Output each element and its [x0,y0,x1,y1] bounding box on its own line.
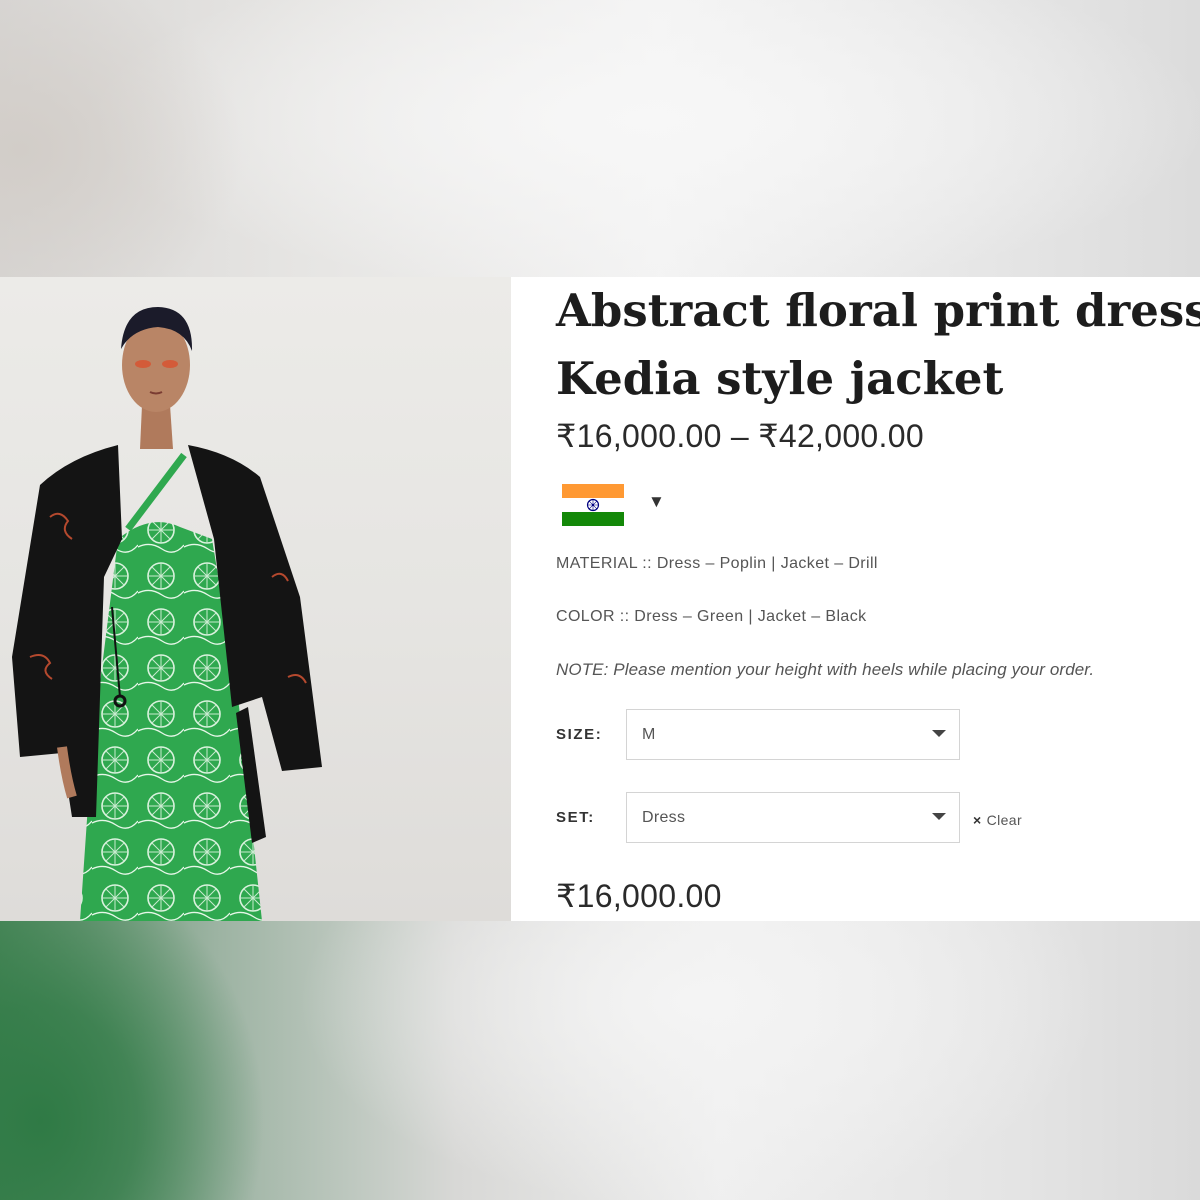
product-card: Abstract floral print dress & Kedia styl… [0,277,1200,921]
set-label: SET: [556,809,595,826]
size-label: SIZE: [556,726,603,743]
size-select-value: M [642,726,656,743]
model-illustration [12,307,322,921]
product-title-line1: Abstract floral print dress & [556,284,1200,337]
set-select[interactable]: Dress [626,792,960,843]
color-info: COLOR :: Dress – Green | Jacket – Black [556,608,867,625]
caret-down-icon[interactable]: ▼ [648,492,665,512]
material-info: MATERIAL :: Dress – Poplin | Jacket – Dr… [556,555,878,572]
selected-variant-price: ₹16,000.00 [556,878,722,914]
blurred-background-bottom [0,921,1200,1200]
clear-label: Clear [986,812,1023,828]
product-photo[interactable] [0,277,511,921]
size-select[interactable]: M [626,709,960,760]
currency-switcher[interactable]: ▼ [562,484,672,532]
india-flag-icon [562,484,624,526]
blurred-background-top [0,0,1200,277]
product-info: Abstract floral print dress & Kedia styl… [556,277,1200,921]
clear-selection-link[interactable]: × Clear [973,812,1022,828]
close-icon: × [973,812,982,828]
chevron-down-icon [932,813,946,820]
set-select-value: Dress [642,809,686,826]
product-title: Abstract floral print dress & Kedia styl… [556,277,1200,413]
product-title-line2: Kedia style jacket [556,352,1004,405]
chevron-down-icon [932,730,946,737]
price-range: ₹16,000.00 – ₹42,000.00 [556,418,924,454]
order-note: NOTE: Please mention your height with he… [556,660,1095,679]
